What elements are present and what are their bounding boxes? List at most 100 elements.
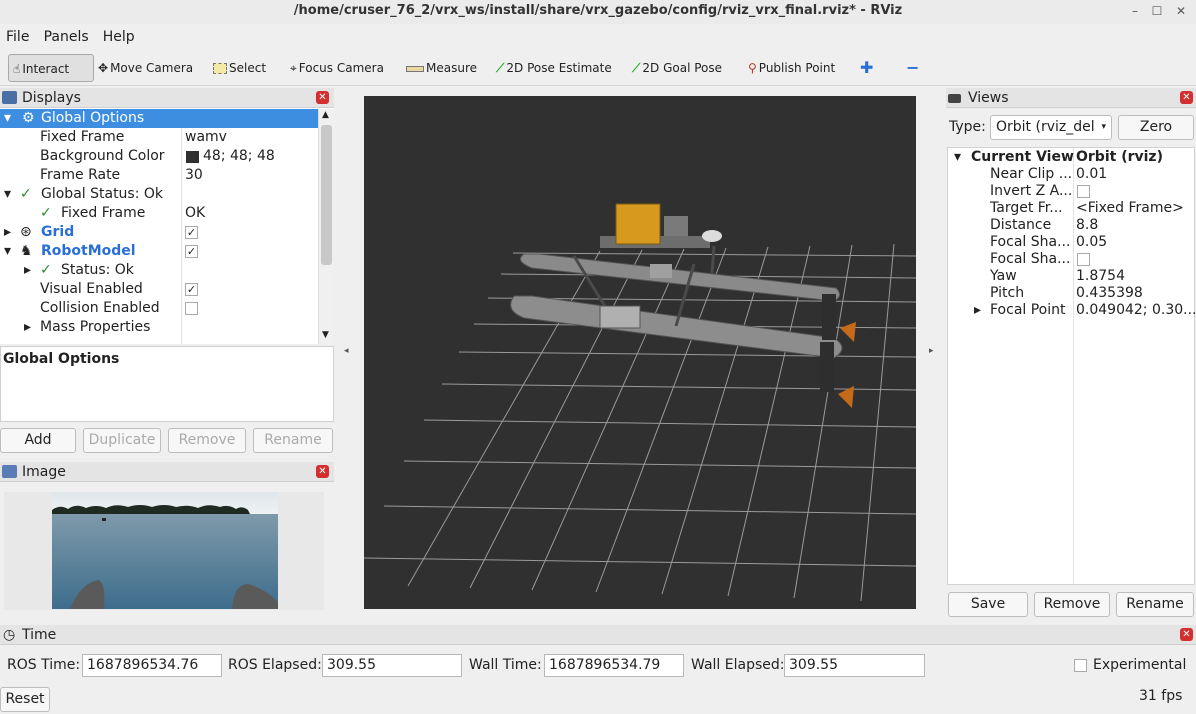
maximize-icon[interactable]: ☐ (1146, 0, 1168, 22)
collapse-arrow-icon[interactable]: ▸ (24, 318, 31, 337)
menu-file[interactable]: File (2, 26, 33, 48)
ruler-icon (406, 65, 424, 72)
visual-enabled-label: Visual Enabled (40, 281, 143, 297)
duplicate-button[interactable]: Duplicate (83, 428, 161, 453)
expand-arrow-icon[interactable]: ▾ (4, 242, 11, 261)
left-splitter-arrow-icon[interactable]: ◂ (344, 346, 349, 356)
image-icon (2, 465, 17, 478)
tree-row-global-options[interactable]: ▾ ⚙ Global Options (0, 109, 318, 128)
select-rect-icon (213, 63, 227, 74)
view-type-select[interactable]: Orbit (rviz_del ▾ (990, 115, 1112, 140)
wall-elapsed-field[interactable]: 309.55 (784, 654, 925, 677)
interact-tool-button[interactable]: ☝ Interact (8, 54, 94, 82)
add-button[interactable]: Add (0, 428, 76, 453)
color-swatch[interactable] (186, 151, 199, 163)
close-icon[interactable]: ✕ (1180, 628, 1193, 641)
tree-row-global-status[interactable]: ▾ ✓ Global Status: Ok (0, 185, 318, 204)
description-title: Global Options (3, 351, 120, 367)
collision-enabled-checkbox[interactable] (185, 302, 198, 315)
collapse-arrow-icon[interactable]: ▸ (24, 261, 31, 280)
pose-estimate-tool-button[interactable]: ⟋ 2D Pose Estimate (496, 54, 612, 82)
time-title: Time (22, 627, 57, 643)
render-viewport[interactable] (364, 96, 916, 609)
close-icon[interactable]: ✕ (316, 91, 329, 104)
remove-view-button[interactable]: Remove (1034, 592, 1110, 617)
green-arrow-icon: ⟋ (632, 61, 641, 75)
tree-row-robot-model[interactable]: ▾ ♞ RobotModel ✓ (0, 242, 318, 261)
bg-color-value[interactable]: 48; 48; 48 (203, 147, 275, 166)
map-pin-icon: ⚲ (748, 61, 757, 75)
tree-row-grid[interactable]: ▸ ⊛ Grid ✓ (0, 223, 318, 242)
minimize-icon[interactable]: – (1124, 0, 1146, 22)
collapse-arrow-icon[interactable]: ▸ (974, 301, 981, 320)
menu-panels[interactable]: Panels (40, 26, 93, 48)
scene-3d (364, 203, 916, 602)
fixed-frame-value[interactable]: wamv (185, 128, 227, 147)
measure-tool-button[interactable]: Measure (406, 54, 477, 82)
robot-model-checkbox[interactable]: ✓ (185, 245, 198, 258)
grid-enabled-checkbox[interactable]: ✓ (185, 226, 198, 239)
remove-display-button[interactable]: Remove (168, 428, 246, 453)
check-icon: ✓ (20, 186, 32, 202)
grid-label: Grid (41, 224, 75, 240)
close-icon[interactable]: ✕ (316, 465, 329, 478)
move-camera-tool-button[interactable]: ✥ Move Camera (98, 54, 193, 82)
wall-time-field[interactable]: 1687896534.79 (544, 654, 684, 677)
invert-z-checkbox[interactable] (1077, 185, 1090, 198)
focal-point-row[interactable]: ▸ Focal Point 0.049042; 0.30... (948, 301, 1196, 320)
frame-rate-value[interactable]: 30 (185, 166, 203, 185)
ros-elapsed-field[interactable]: 309.55 (322, 654, 462, 677)
wamv-boat-model (510, 203, 856, 408)
tree-row-collision-enabled[interactable]: Collision Enabled (0, 299, 318, 318)
collision-enabled-label: Collision Enabled (40, 300, 160, 316)
displays-header: Displays ✕ (0, 88, 334, 108)
scrollbar-thumb[interactable] (321, 125, 332, 265)
scroll-down-arrow-icon[interactable]: ▼ (322, 330, 329, 340)
status-fixed-frame-value: OK (185, 205, 206, 221)
check-icon: ✓ (40, 205, 52, 221)
close-icon[interactable]: ✕ (1180, 91, 1193, 104)
fps-counter: 31 fps (1139, 688, 1183, 704)
expand-arrow-icon[interactable]: ▾ (4, 185, 11, 204)
tree-row-status-ok[interactable]: ▸ ✓ Status: Ok (0, 261, 318, 280)
reset-button[interactable]: Reset (0, 687, 50, 712)
tree-row-status-fixed-frame[interactable]: ✓ Fixed Frame OK (0, 204, 318, 223)
menu-help[interactable]: Help (99, 26, 139, 48)
tree-row-mass-properties[interactable]: ▸ Mass Properties (0, 318, 318, 337)
tree-column-divider (181, 128, 182, 344)
tree-row-visual-enabled[interactable]: Visual Enabled ✓ (0, 280, 318, 299)
tree-row-frame-rate[interactable]: Frame Rate 30 (0, 166, 318, 185)
remove-tool-icon[interactable]: − (906, 54, 919, 82)
views-header: Views ✕ (946, 88, 1196, 108)
focal-shape-fixed-checkbox[interactable] (1077, 253, 1090, 266)
visual-enabled-checkbox[interactable]: ✓ (185, 283, 198, 296)
zero-button[interactable]: Zero (1118, 115, 1194, 140)
expand-arrow-icon[interactable]: ▾ (4, 109, 11, 128)
goal-pose-tool-button[interactable]: ⟋ 2D Goal Pose (632, 54, 722, 82)
status-fixed-frame-label: Fixed Frame (61, 205, 146, 221)
scroll-up-arrow-icon[interactable]: ▲ (322, 110, 329, 120)
close-window-icon[interactable]: ✕ (1170, 0, 1192, 22)
toolbar: ☝ Interact ✥ Move Camera Select ⌖ Focus Cam… (0, 50, 1196, 86)
tree-row-bg-color[interactable]: Background Color 48; 48; 48 (0, 147, 318, 166)
focus-target-icon: ⌖ (290, 61, 297, 75)
collapse-arrow-icon[interactable]: ▸ (4, 223, 11, 242)
focal-point-value[interactable]: 0.049042; 0.30... (1076, 301, 1196, 320)
save-view-button[interactable]: Save (948, 592, 1028, 617)
experimental-checkbox[interactable] (1074, 659, 1087, 672)
select-tool-button[interactable]: Select (213, 54, 266, 82)
add-tool-icon[interactable]: ✚ (860, 54, 873, 82)
monitor-icon (2, 91, 17, 104)
publish-point-tool-button[interactable]: ⚲ Publish Point (748, 54, 835, 82)
ros-time-field[interactable]: 1687896534.76 (82, 654, 222, 677)
right-splitter-arrow-icon[interactable]: ▸ (929, 346, 934, 356)
displays-scrollbar[interactable]: ▲ ▼ (318, 109, 334, 344)
camera-icon (948, 94, 961, 103)
chevron-down-icon: ▾ (1101, 122, 1106, 132)
rename-display-button[interactable]: Rename (253, 428, 333, 453)
focus-camera-tool-button[interactable]: ⌖ Focus Camera (290, 54, 384, 82)
rename-view-button[interactable]: Rename (1116, 592, 1194, 617)
experimental-label: Experimental (1093, 657, 1187, 673)
tree-row-fixed-frame[interactable]: Fixed Frame wamv (0, 128, 318, 147)
hand-cursor-icon: ☝ (13, 62, 21, 76)
